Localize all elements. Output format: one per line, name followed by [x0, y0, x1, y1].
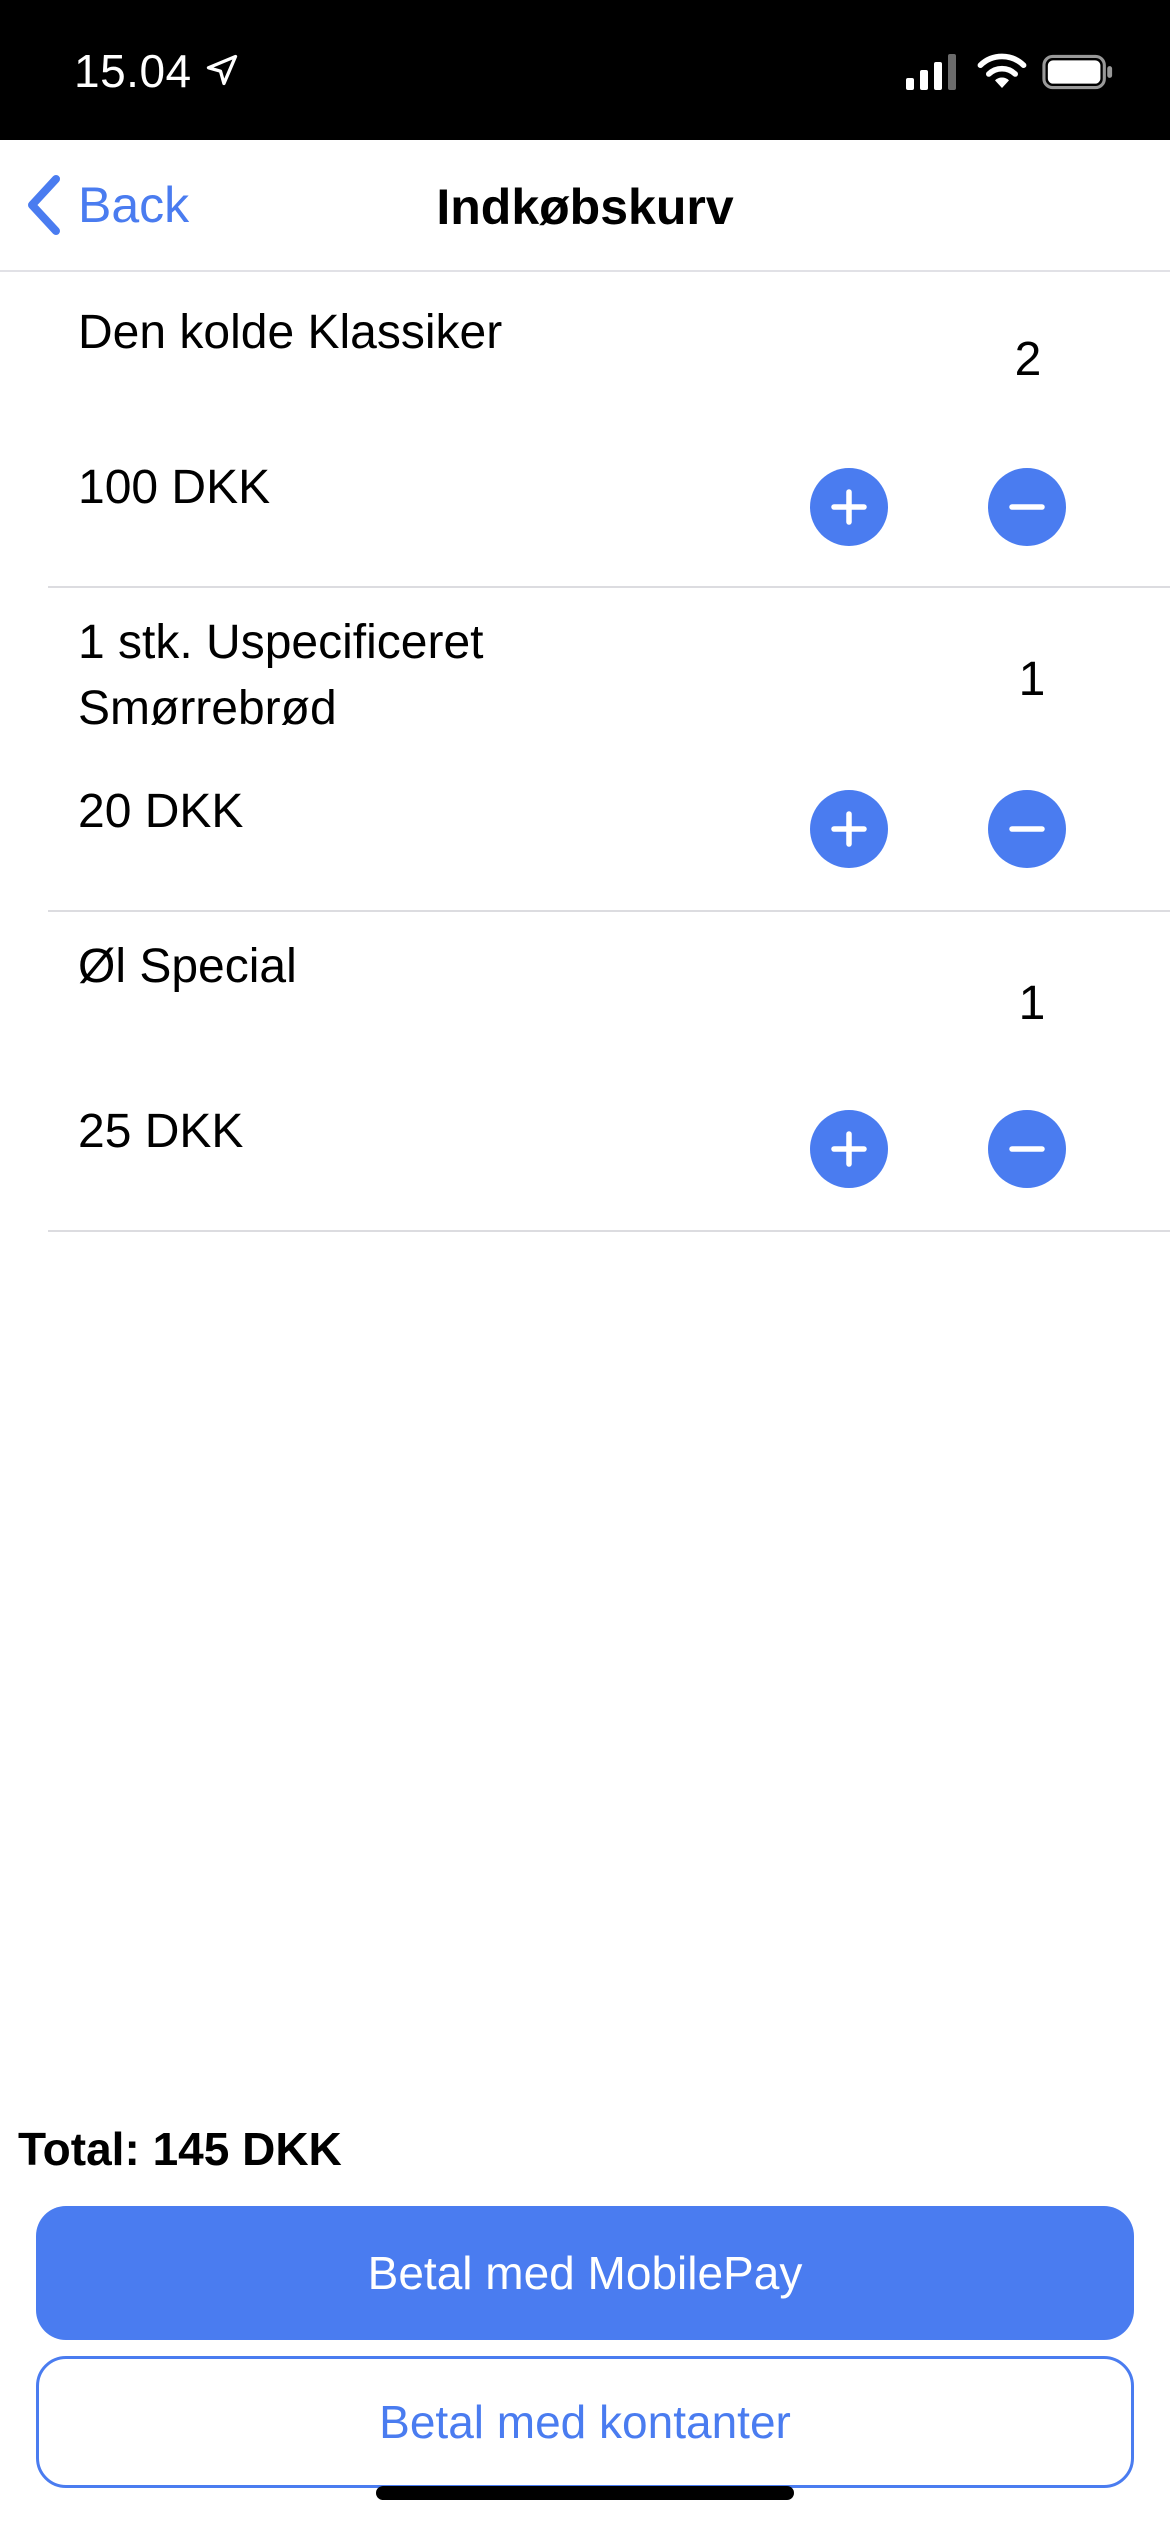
status-bar: 15.04 [0, 0, 1170, 140]
minus-icon [1009, 826, 1045, 832]
pay-cash-button[interactable]: Betal med kontanter [36, 2356, 1134, 2488]
navigation-bar: Back Indkøbskurv [0, 140, 1170, 272]
item-price: 20 DKK [78, 785, 244, 838]
item-name: Øl Special [78, 940, 297, 993]
item-quantity: 1 [1018, 977, 1046, 1030]
cart-item: 1 stk. Uspecificeret Smørrebrød 1 20 DKK [48, 588, 1170, 912]
decrease-quantity-button[interactable] [988, 790, 1066, 868]
location-arrow-icon [206, 54, 238, 86]
minus-icon [1009, 504, 1045, 510]
item-price: 25 DKK [78, 1105, 244, 1158]
cart-list: Den kolde Klassiker 2 100 DKK 1 stk. Usp… [48, 272, 1170, 1232]
plus-icon [831, 811, 867, 847]
decrease-quantity-button[interactable] [988, 468, 1066, 546]
page-title: Indkøbskurv [436, 179, 734, 235]
decrease-quantity-button[interactable] [988, 1110, 1066, 1188]
wifi-icon [977, 53, 1027, 88]
increase-quantity-button[interactable] [810, 790, 888, 868]
increase-quantity-button[interactable] [810, 468, 888, 546]
item-quantity: 1 [1018, 653, 1046, 706]
home-indicator [376, 2486, 794, 2500]
cart-item: Den kolde Klassiker 2 100 DKK [48, 272, 1170, 588]
pay-mobilepay-button[interactable]: Betal med MobilePay [36, 2206, 1134, 2340]
item-name: Den kolde Klassiker [78, 306, 503, 359]
item-quantity: 2 [1014, 333, 1042, 386]
item-name: 1 stk. Uspecificeret Smørrebrød [78, 616, 484, 735]
plus-icon [831, 489, 867, 525]
cart-item: Øl Special 1 25 DKK [48, 912, 1170, 1232]
status-time: 15.04 [74, 45, 192, 97]
battery-icon [1042, 54, 1113, 90]
plus-icon [831, 1131, 867, 1167]
total-label: Total: 145 DKK [18, 2123, 342, 2175]
item-price: 100 DKK [78, 461, 271, 514]
cellular-signal-icon [906, 54, 956, 90]
minus-icon [1009, 1146, 1045, 1152]
increase-quantity-button[interactable] [810, 1110, 888, 1188]
